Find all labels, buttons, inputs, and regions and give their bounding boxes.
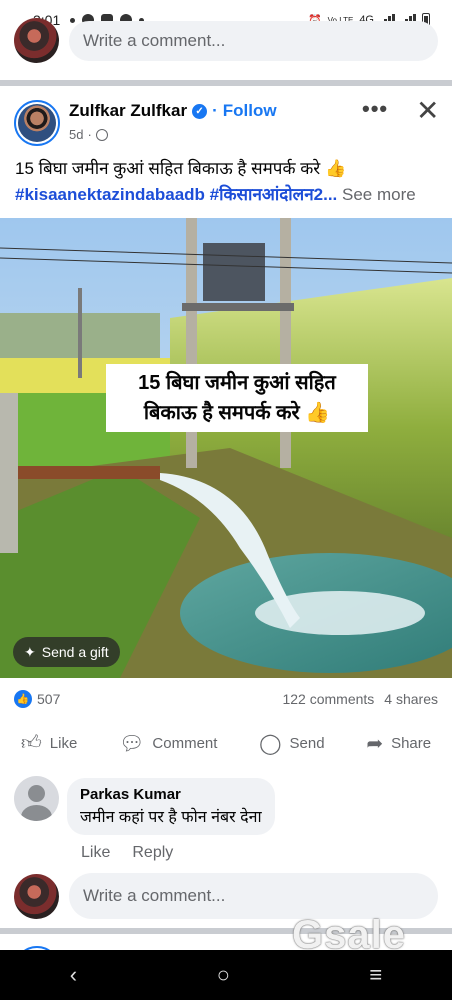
comment-button[interactable]: 💬︎ Comment [119,726,217,760]
author-name[interactable]: Zulfkar Zulfkar [69,101,187,121]
post-header: Zulfkar Zulfkar ✓ · Follow 5d · ••• ✕ [12,94,442,154]
recents-icon[interactable]: ≡ [369,962,382,988]
comments-count[interactable]: 122 comments [282,691,374,707]
globe-icon [95,128,108,141]
share-button[interactable]: ➦ Share [366,726,431,760]
comment-like-button[interactable]: Like [81,844,110,862]
hashtags[interactable]: #kisaanektazindabaadb #किसानआंदोलन2... [15,185,337,204]
image-overlay-text: 15 बिघा जमीन कुआं सहित बिकाऊ है समपर्क क… [106,364,368,432]
top-comment-composer: Write a comment... [14,18,438,63]
back-icon[interactable]: ‹ [70,962,77,988]
author-row: Zulfkar Zulfkar ✓ · Follow [69,101,277,121]
follow-button[interactable]: Follow [223,101,277,121]
avatar[interactable] [14,18,59,63]
comment-author[interactable]: Parkas Kumar [80,786,262,803]
comment-icon: 💬︎ [119,732,145,755]
reactions-summary: 👍 507 122 comments 4 shares [14,686,438,712]
post-caption: 15 बिघा जमीन कुआं सहित बिकाऊ है समपर्क क… [15,159,347,178]
post-text: 15 बिघा जमीन कुआं सहित बिकाऊ है समपर्क क… [15,156,445,208]
like-button[interactable]: 👍︎ Like [21,726,77,760]
thumbs-up-icon: 👍︎ [20,732,42,754]
messenger-icon: ◯ [259,732,282,755]
post-meta: 5d · [69,127,108,142]
post-image[interactable]: 15 बिघा जमीन कुआं सहित बिकाऊ है समपर्क क… [0,218,452,678]
like-reaction-icon[interactable]: 👍 [14,690,32,708]
verified-badge-icon: ✓ [192,103,208,119]
avatar[interactable] [14,873,59,919]
home-icon[interactable]: ○ [217,962,230,988]
gift-icon: ✦ [24,643,36,660]
post-actions: 👍︎ Like 💬︎ Comment ◯ Send ➦ Share [0,726,452,760]
shares-count[interactable]: 4 shares [384,691,438,707]
comment-reply-button[interactable]: Reply [132,844,173,862]
more-options-icon[interactable]: ••• [362,96,388,122]
watermark: Gsale [292,913,406,957]
send-gift-label: Send a gift [41,644,109,660]
avatar[interactable] [14,776,59,821]
comment-actions: Like Reply [81,844,173,862]
post-time[interactable]: 5d [69,127,83,142]
comment-text: जमीन कहां पर है फोन नंबर देना [80,809,262,826]
avatar[interactable] [14,100,60,146]
reaction-count[interactable]: 507 [37,691,60,707]
bell-dot-icon [70,17,76,23]
farm-photo [0,218,452,678]
send-gift-button[interactable]: ✦ Send a gift [13,637,120,667]
comment-bubble[interactable]: Parkas Kumar जमीन कहां पर है फोन नंबर दे… [67,778,275,835]
share-icon: ➦ [366,732,384,755]
send-button[interactable]: ◯ Send [259,726,324,760]
post-separator [0,80,452,86]
see-more-link[interactable]: See more [342,185,416,204]
comment-input[interactable]: Write a comment... [69,20,438,61]
close-icon[interactable]: ✕ [416,94,439,127]
